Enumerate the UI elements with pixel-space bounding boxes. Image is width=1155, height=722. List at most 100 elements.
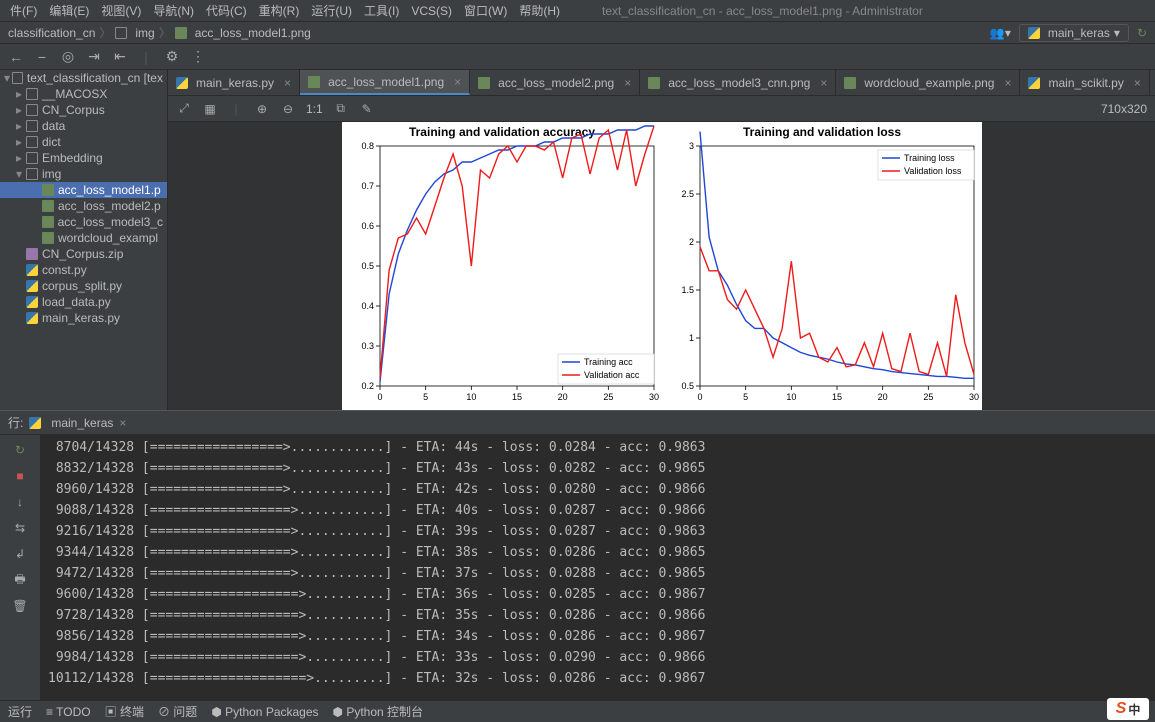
tree-item[interactable]: acc_loss_model3_c xyxy=(0,214,167,230)
close-icon[interactable]: × xyxy=(624,76,631,90)
tree-item[interactable]: ▾img xyxy=(0,166,167,182)
zoom-in-icon[interactable]: ⊕ xyxy=(254,101,270,117)
menu-item[interactable]: 件(F) xyxy=(4,2,43,19)
tree-item[interactable]: wordcloud_exampl xyxy=(0,230,167,246)
breadcrumb-folder[interactable]: img xyxy=(135,26,154,40)
tree-item[interactable]: load_data.py xyxy=(0,294,167,310)
wrap-icon[interactable]: ↲ xyxy=(11,545,29,563)
minus-icon[interactable]: − xyxy=(34,49,50,65)
menu-item[interactable]: 导航(N) xyxy=(147,2,200,19)
close-icon[interactable]: × xyxy=(454,75,461,89)
tab-label: acc_loss_model2.png xyxy=(498,76,614,90)
scroll-icon[interactable]: ↓ xyxy=(11,493,29,511)
tree-item[interactable]: CN_Corpus.zip xyxy=(0,246,167,262)
dir-icon xyxy=(26,120,38,132)
menu-item[interactable]: 帮助(H) xyxy=(513,2,566,19)
stop-icon[interactable]: ■ xyxy=(11,467,29,485)
tab-label: wordcloud_example.png xyxy=(864,76,994,90)
img-icon xyxy=(42,184,54,196)
color-picker-icon[interactable]: ✎ xyxy=(359,101,375,117)
tree-root-label: text_classification_cn [tex xyxy=(27,71,163,85)
tree-item[interactable]: main_keras.py xyxy=(0,310,167,326)
breadcrumb-file[interactable]: acc_loss_model1.png xyxy=(195,26,311,40)
more-icon[interactable]: ⋮ xyxy=(190,49,206,65)
breadcrumb-project[interactable]: classification_cn xyxy=(8,26,95,40)
svg-text:20: 20 xyxy=(557,392,567,402)
svg-text:15: 15 xyxy=(511,392,521,402)
status-problems[interactable]: ⊘ 问题 xyxy=(158,703,197,720)
status-run[interactable]: 运行 xyxy=(8,703,32,720)
menu-item[interactable]: 窗口(W) xyxy=(458,2,513,19)
ime-indicator[interactable]: S中 xyxy=(1107,698,1149,720)
menu-item[interactable]: 工具(I) xyxy=(358,2,405,19)
status-packages[interactable]: ⬢ Python Packages xyxy=(211,705,318,719)
back-icon[interactable]: ← xyxy=(8,49,24,65)
menu-item[interactable]: 运行(U) xyxy=(305,2,358,19)
tree-item[interactable]: ▸data xyxy=(0,118,167,134)
tree-item[interactable]: acc_loss_model2.p xyxy=(0,198,167,214)
expand-icon[interactable]: ⇤ xyxy=(112,49,128,65)
tree-item-label: load_data.py xyxy=(42,295,111,309)
menu-item[interactable]: 代码(C) xyxy=(200,2,253,19)
print-icon[interactable]: 🖶 xyxy=(11,571,29,589)
collapse-icon[interactable]: ⇥ xyxy=(86,49,102,65)
tree-item[interactable]: ▸Embedding xyxy=(0,150,167,166)
layout-icon[interactable]: ⇆ xyxy=(11,519,29,537)
image-canvas[interactable]: Training and validation accuracy05101520… xyxy=(168,122,1155,410)
menu-item[interactable]: 编辑(E) xyxy=(43,2,95,19)
divider-icon: | xyxy=(138,49,154,65)
reload-icon[interactable]: ↻ xyxy=(1137,26,1147,40)
close-icon[interactable]: × xyxy=(1004,76,1011,90)
target-icon[interactable]: ◎ xyxy=(60,49,76,65)
img-icon xyxy=(844,77,856,89)
close-icon[interactable]: × xyxy=(284,76,291,90)
tree-item[interactable]: ▸dict xyxy=(0,134,167,150)
tree-item[interactable]: ▸CN_Corpus xyxy=(0,102,167,118)
svg-text:Training and validation loss: Training and validation loss xyxy=(742,125,900,139)
project-tree[interactable]: ▾ text_classification_cn [tex ▸__MACOSX▸… xyxy=(0,70,168,410)
tree-item-label: img xyxy=(42,167,61,181)
tab-label: main_keras.py xyxy=(196,76,274,90)
editor-tab[interactable]: acc_loss_model2.png × xyxy=(470,70,640,95)
menu-item[interactable]: 重构(R) xyxy=(253,2,306,19)
status-pyconsole[interactable]: ⬢ Python 控制台 xyxy=(333,703,424,720)
users-icon[interactable]: 👥▾ xyxy=(990,26,1011,40)
trash-icon[interactable]: 🗑 xyxy=(11,597,29,615)
dir-icon xyxy=(26,152,38,164)
svg-text:Training loss: Training loss xyxy=(904,153,955,163)
tree-item[interactable]: acc_loss_model1.p xyxy=(0,182,167,198)
run-config-selector[interactable]: main_keras ▾ xyxy=(1019,24,1129,42)
menu-item[interactable]: VCS(S) xyxy=(405,4,458,18)
zoom-out-icon[interactable]: ⊖ xyxy=(280,101,296,117)
editor-tab[interactable]: main_scikit.py× xyxy=(1020,70,1149,95)
close-icon[interactable]: × xyxy=(119,416,126,430)
grid-icon[interactable]: ▦ xyxy=(202,101,218,117)
tree-item-label: CN_Corpus.zip xyxy=(42,247,123,261)
editor-tab[interactable]: acc_loss_model1.png× xyxy=(300,70,470,95)
file-icon xyxy=(26,248,38,260)
status-todo[interactable]: ≡ TODO xyxy=(46,705,91,719)
rerun-icon[interactable]: ↻ xyxy=(11,441,29,459)
editor-tab[interactable]: acc_loss_model3_cnn.png× xyxy=(640,70,836,95)
tree-item[interactable]: const.py xyxy=(0,262,167,278)
fit-icon[interactable]: ⤢ xyxy=(176,101,192,117)
status-terminal[interactable]: ▣ 终端 xyxy=(105,703,144,720)
run-tab-label[interactable]: main_keras xyxy=(51,416,113,430)
run-config-label: main_keras xyxy=(1048,26,1110,40)
copy-icon[interactable]: ⧉ xyxy=(333,101,349,117)
close-icon[interactable]: × xyxy=(1134,76,1141,90)
svg-text:Training acc: Training acc xyxy=(584,357,633,367)
menu-item[interactable]: 视图(V) xyxy=(95,2,147,19)
image-viewer-toolbar: ⤢ ▦ | ⊕ ⊖ 1:1 ⧉ ✎ 710x320 xyxy=(168,96,1155,122)
close-icon[interactable]: × xyxy=(820,76,827,90)
tree-item[interactable]: ▸__MACOSX xyxy=(0,86,167,102)
svg-text:2: 2 xyxy=(688,237,693,247)
editor-tab[interactable]: wordcloud_example.png × xyxy=(836,70,1020,95)
svg-text:2.5: 2.5 xyxy=(681,189,694,199)
tree-item[interactable]: corpus_split.py xyxy=(0,278,167,294)
tree-root[interactable]: ▾ text_classification_cn [tex xyxy=(0,70,167,86)
gear-icon[interactable]: ⚙ xyxy=(164,49,180,65)
editor-tab[interactable]: main_keras.py × xyxy=(168,70,300,95)
tree-arrow-icon: ▸ xyxy=(16,151,26,165)
console-output[interactable]: 8704/14328 [=================>..........… xyxy=(40,435,1155,700)
